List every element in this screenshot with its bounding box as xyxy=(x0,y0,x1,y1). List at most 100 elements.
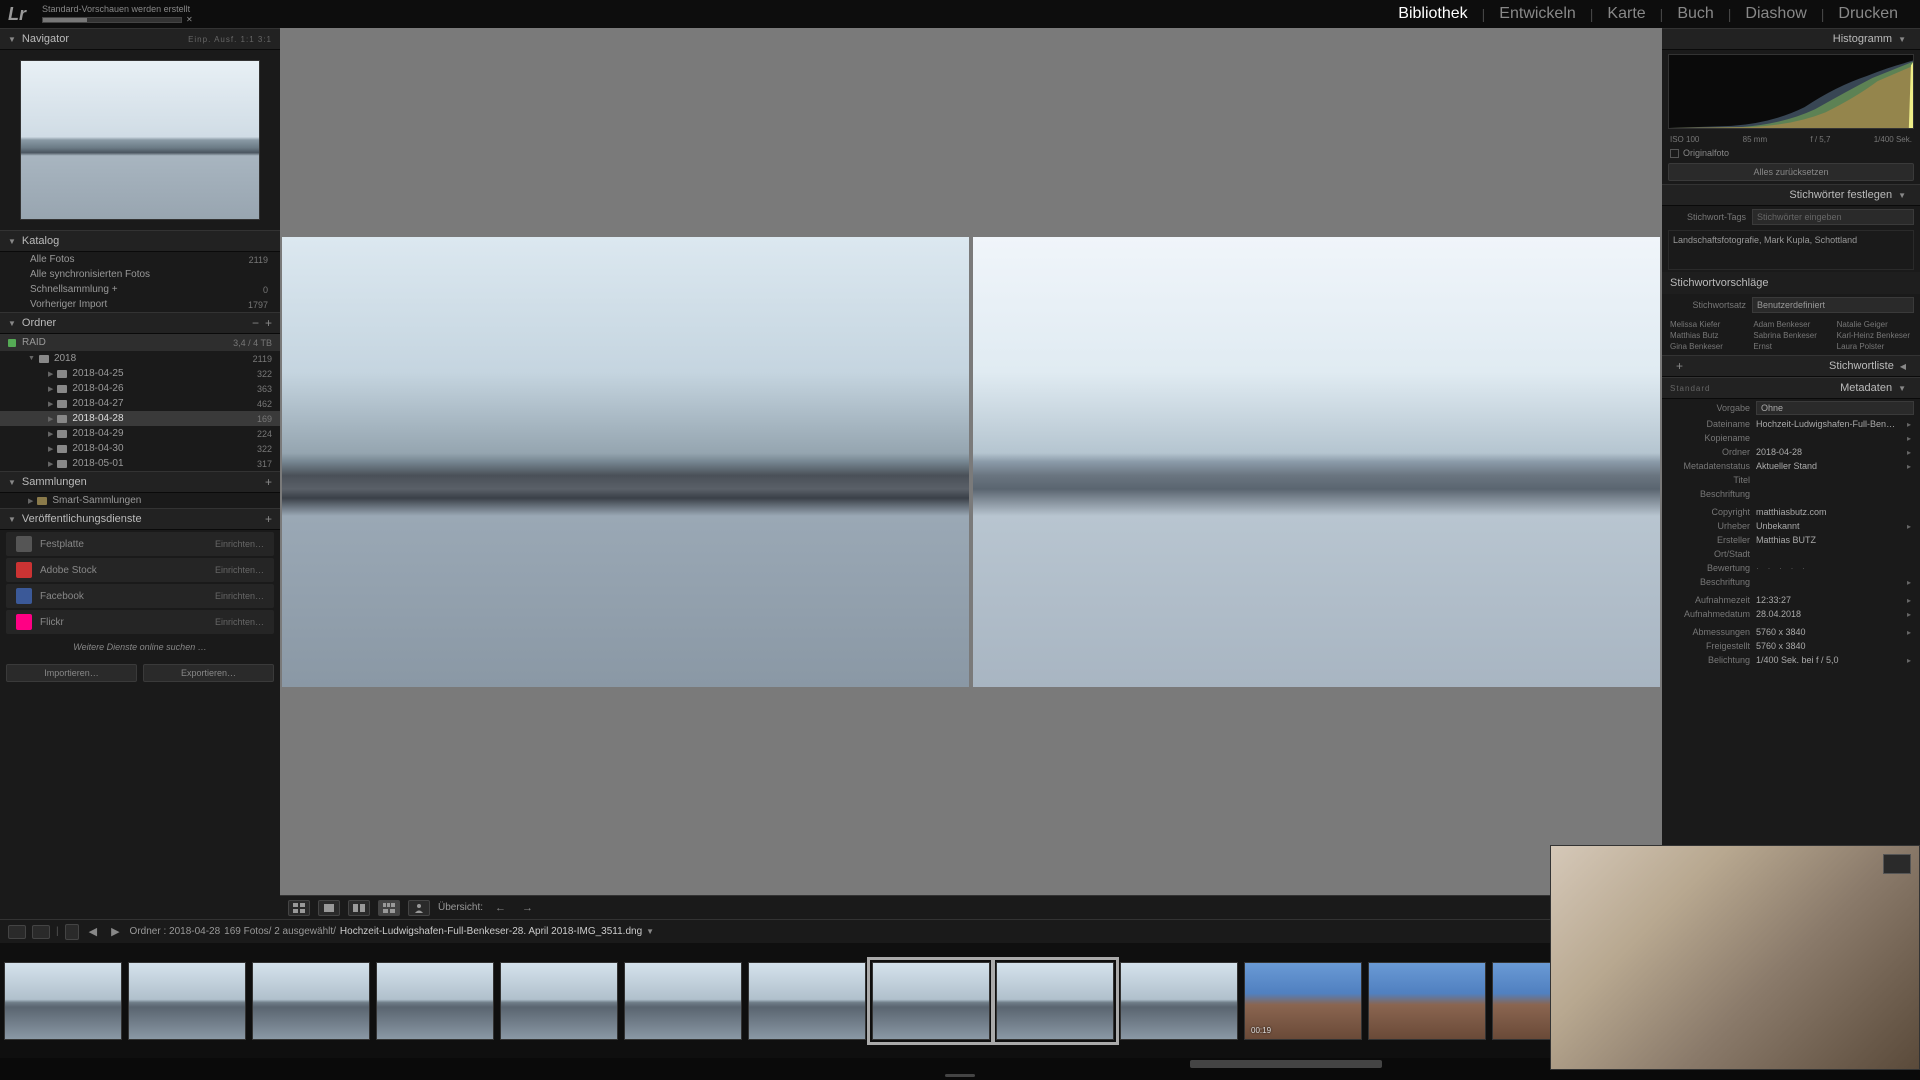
filmstrip-prev-icon[interactable]: ◀ xyxy=(85,925,101,938)
keyword-tags-field[interactable]: Landschaftsfotografie, Mark Kupla, Schot… xyxy=(1668,230,1914,270)
keyword-suggestion[interactable]: Melissa Kiefer xyxy=(1670,320,1745,329)
compare-view-button[interactable] xyxy=(348,900,370,916)
module-drucken[interactable]: Drucken xyxy=(1824,5,1912,23)
setup-link[interactable]: Einrichten… xyxy=(215,617,264,627)
survey-view[interactable] xyxy=(280,28,1662,895)
catalog-item[interactable]: Alle Fotos2119 xyxy=(0,252,280,267)
metadata-action-icon[interactable]: ▸ xyxy=(1904,596,1914,605)
collections-header[interactable]: ▼ Sammlungen + xyxy=(0,471,280,493)
keyword-tags-dropdown[interactable]: Stichwörter eingeben xyxy=(1752,209,1914,225)
folder-item[interactable]: ▶2018-04-30322 xyxy=(0,441,280,456)
rating-stars[interactable]: · · · · · xyxy=(1756,563,1808,573)
compare-image-right[interactable] xyxy=(973,237,1660,687)
catalog-item[interactable]: Schnellsammlung +0 xyxy=(0,282,280,297)
catalog-header[interactable]: ▼ Katalog xyxy=(0,230,280,252)
minus-icon[interactable]: − xyxy=(252,316,259,330)
grid-mini-button[interactable] xyxy=(65,924,79,940)
publish-service[interactable]: FestplatteEinrichten… xyxy=(6,532,274,556)
progress-cancel-icon[interactable]: ✕ xyxy=(186,15,193,24)
keyword-suggestion[interactable]: Natalie Geiger xyxy=(1837,320,1912,329)
metadata-value[interactable]: 1/400 Sek. bei f / 5,0 xyxy=(1756,655,1898,665)
filmstrip-thumbnail[interactable] xyxy=(376,962,494,1040)
metadata-action-icon[interactable]: ▸ xyxy=(1904,610,1914,619)
metadata-preset-label[interactable]: Standard xyxy=(1670,384,1710,393)
folder-item[interactable]: ▶2018-04-29224 xyxy=(0,426,280,441)
folder-item[interactable]: ▶2018-04-27462 xyxy=(0,396,280,411)
metadata-action-icon[interactable]: ▸ xyxy=(1904,462,1914,471)
folder-item[interactable]: ▶2018-04-25322 xyxy=(0,366,280,381)
keywords-header[interactable]: Stichwörter festlegen ▼ xyxy=(1662,184,1920,206)
metadata-value[interactable]: Aktueller Stand xyxy=(1756,461,1898,471)
reset-all-button[interactable]: Alles zurücksetzen xyxy=(1668,163,1914,181)
metadata-value[interactable]: Matthias BUTZ xyxy=(1756,535,1898,545)
setup-link[interactable]: Einrichten… xyxy=(215,539,264,549)
original-photo-toggle[interactable]: Originalfoto xyxy=(1662,146,1920,160)
catalog-item[interactable]: Alle synchronisierten Fotos xyxy=(0,267,280,282)
module-diashow[interactable]: Diashow xyxy=(1731,5,1820,23)
filmstrip-thumbnail[interactable] xyxy=(624,962,742,1040)
keyword-suggestion[interactable]: Sabrina Benkeser xyxy=(1753,331,1828,340)
loupe-view-button[interactable] xyxy=(318,900,340,916)
scrollbar-thumb[interactable] xyxy=(1190,1060,1382,1068)
second-monitor-2-button[interactable] xyxy=(32,925,50,939)
metadata-action-icon[interactable]: ▸ xyxy=(1904,522,1914,531)
keyword-suggestion[interactable]: Gina Benkeser xyxy=(1670,342,1745,351)
prev-arrow-icon[interactable]: ← xyxy=(491,902,510,914)
metadata-preset-dropdown[interactable]: Ohne xyxy=(1756,401,1914,415)
plus-icon[interactable]: + xyxy=(265,512,272,526)
metadata-value[interactable]: Unbekannt xyxy=(1756,521,1898,531)
next-arrow-icon[interactable]: → xyxy=(518,902,537,914)
folder-item[interactable]: ▶2018-04-28169 xyxy=(0,411,280,426)
module-karte[interactable]: Karte xyxy=(1593,5,1659,23)
plus-icon[interactable]: + xyxy=(265,475,272,489)
keyword-set-dropdown[interactable]: Benutzerdefiniert xyxy=(1752,297,1914,313)
compare-image-left[interactable] xyxy=(282,237,969,687)
keyword-suggestion[interactable]: Laura Polster xyxy=(1837,342,1912,351)
metadata-action-icon[interactable]: ▸ xyxy=(1904,434,1914,443)
metadata-value[interactable]: matthiasbutz.com xyxy=(1756,507,1898,517)
people-view-button[interactable] xyxy=(408,900,430,916)
import-button[interactable]: Importieren… xyxy=(6,664,137,682)
plus-icon[interactable]: + xyxy=(1676,359,1683,373)
metadata-value[interactable]: Hochzeit-Ludwigshafen-Full-Benkeser-28. … xyxy=(1756,419,1898,429)
filmstrip-thumbnail[interactable] xyxy=(252,962,370,1040)
volume-row[interactable]: RAID 3,4 / 4 TB xyxy=(0,334,280,351)
panel-resize-handle[interactable] xyxy=(0,1070,1920,1080)
publish-header[interactable]: ▼ Veröffentlichungsdienste + xyxy=(0,508,280,530)
folder-item[interactable]: ▶2018-05-01317 xyxy=(0,456,280,471)
setup-link[interactable]: Einrichten… xyxy=(215,591,264,601)
keyword-list-header[interactable]: + Stichwortliste ◀ xyxy=(1662,355,1920,377)
keyword-suggestion[interactable]: Adam Benkeser xyxy=(1753,320,1828,329)
filmstrip-thumbnail[interactable] xyxy=(1120,962,1238,1040)
metadata-action-icon[interactable]: ▸ xyxy=(1904,420,1914,429)
filmstrip-thumbnail[interactable] xyxy=(872,962,990,1040)
survey-view-button[interactable] xyxy=(378,900,400,916)
chevron-down-icon[interactable]: ▼ xyxy=(646,927,654,936)
folder-item[interactable]: ▶2018-04-26363 xyxy=(0,381,280,396)
module-buch[interactable]: Buch xyxy=(1663,5,1727,23)
plus-icon[interactable]: + xyxy=(265,316,272,330)
metadata-header[interactable]: Standard Metadaten ▼ xyxy=(1662,377,1920,399)
year-folder[interactable]: ▼ 2018 2119 xyxy=(0,351,280,366)
smart-collections[interactable]: ▶ Smart-Sammlungen xyxy=(0,493,280,508)
navigator-preview[interactable] xyxy=(0,50,280,230)
publish-service[interactable]: Adobe StockEinrichten… xyxy=(6,558,274,582)
histogram-display[interactable] xyxy=(1668,54,1914,129)
keyword-suggestion[interactable]: Matthias Butz xyxy=(1670,331,1745,340)
find-more-services[interactable]: Weitere Dienste online suchen … xyxy=(0,636,280,658)
metadata-action-icon[interactable]: ▸ xyxy=(1904,656,1914,665)
filmstrip-thumbnail[interactable] xyxy=(996,962,1114,1040)
navigator-header[interactable]: ▼ Navigator Einp. Ausf. 1:1 3:1 xyxy=(0,28,280,50)
metadata-value[interactable]: 5760 x 3840 xyxy=(1756,627,1898,637)
filmstrip-thumbnail[interactable] xyxy=(1368,962,1486,1040)
publish-service[interactable]: FacebookEinrichten… xyxy=(6,584,274,608)
grid-view-button[interactable] xyxy=(288,900,310,916)
filmstrip-folder[interactable]: Ordner : 2018-04-28 xyxy=(130,926,221,937)
export-button[interactable]: Exportieren… xyxy=(143,664,274,682)
filmstrip-thumbnail[interactable] xyxy=(128,962,246,1040)
metadata-value[interactable]: 2018-04-28 xyxy=(1756,447,1898,457)
filmstrip-thumbnail[interactable] xyxy=(500,962,618,1040)
catalog-item[interactable]: Vorheriger Import1797 xyxy=(0,297,280,312)
filmstrip-thumbnail[interactable] xyxy=(4,962,122,1040)
metadata-action-icon[interactable]: ▸ xyxy=(1904,448,1914,457)
